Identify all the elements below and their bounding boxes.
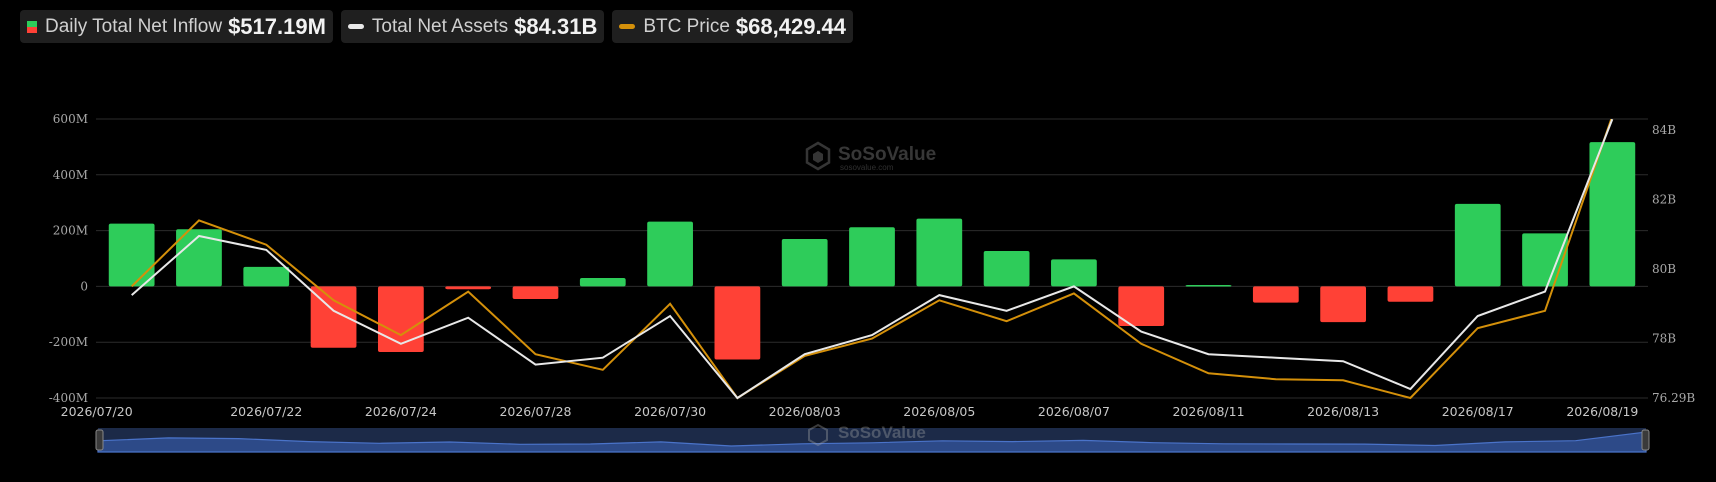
- x-tick-label: 2026/07/22: [230, 404, 302, 419]
- y-right-tick-label: 82B: [1652, 193, 1676, 207]
- y-axis-left: 600M 400M 200M 0 -200M -400M: [49, 112, 88, 405]
- y-right-tick-label: 80B: [1652, 262, 1676, 276]
- inflow-bar: [1454, 203, 1501, 287]
- inflow-bar: [377, 286, 424, 352]
- x-tick-label: 2026/07/30: [634, 404, 706, 419]
- x-tick-label: 2026/07/20: [61, 404, 133, 419]
- svg-text:SoSoValue: SoSoValue: [838, 423, 926, 442]
- inflow-bar: [176, 229, 222, 287]
- inflow-bar: [108, 223, 155, 287]
- navigator-right-handle[interactable]: [1641, 429, 1650, 451]
- navigator-left-handle[interactable]: [95, 429, 104, 451]
- x-tick-label: 2026/07/24: [365, 404, 437, 419]
- y-left-tick-label: 600M: [53, 112, 88, 126]
- inflow-bar: [916, 218, 963, 287]
- x-tick-label: 2026/08/03: [769, 404, 841, 419]
- inflow-bar: [849, 227, 895, 287]
- watermark-sub: sosovalue.com: [840, 163, 894, 172]
- x-tick-label: 2026/08/13: [1307, 404, 1379, 419]
- inflow-bar: [1185, 285, 1232, 287]
- inflow-bar: [1387, 286, 1434, 302]
- x-tick-label: 2026/08/19: [1566, 404, 1638, 419]
- inflow-bar: [1252, 286, 1299, 303]
- inflow-bar: [983, 250, 1030, 287]
- x-tick-label: 2026/08/17: [1442, 404, 1514, 419]
- y-left-tick-label: -400M: [49, 391, 88, 405]
- watermark-brand: SoSoValue: [838, 144, 936, 165]
- inflow-bar: [579, 278, 626, 287]
- x-axis: 2026/07/20 2026/07/22 2026/07/24 2026/07/28…: [61, 404, 1639, 419]
- inflow-bar: [1051, 259, 1097, 287]
- y-axis-right: 84B 82B 80B 78B 76.29B: [1652, 123, 1695, 405]
- y-right-tick-label: 78B: [1652, 332, 1676, 346]
- inflow-bar: [1522, 233, 1568, 287]
- inflow-bar: [647, 221, 693, 287]
- x-tick-label: 2026/07/28: [499, 404, 571, 419]
- y-right-tick-label: 76.29B: [1652, 391, 1695, 405]
- range-navigator[interactable]: SoSoValue: [95, 423, 1650, 453]
- x-tick-label: 2026/08/05: [903, 404, 975, 419]
- inflow-bar: [445, 286, 492, 290]
- inflow-bar: [714, 286, 761, 360]
- inflow-bar: [243, 266, 290, 287]
- y-left-tick-label: 0: [80, 279, 88, 293]
- inflow-bar: [1320, 286, 1367, 323]
- y-left-tick-label: 400M: [53, 168, 88, 182]
- y-right-tick-label: 84B: [1652, 123, 1676, 137]
- x-tick-label: 2026/08/11: [1172, 404, 1244, 419]
- watermark: SoSoValue sosovalue.com: [805, 141, 936, 172]
- sosovalue-logo-icon: [805, 141, 831, 171]
- etf-flow-chart: 600M 400M 200M 0 -200M -400M 84B 82B 80B 78B 76.2…: [49, 112, 1695, 453]
- inflow-bar: [512, 286, 559, 299]
- y-left-tick-label: -200M: [49, 335, 88, 349]
- inflow-bar: [781, 238, 828, 287]
- x-tick-label: 2026/08/07: [1038, 404, 1110, 419]
- y-left-tick-label: 200M: [53, 224, 88, 238]
